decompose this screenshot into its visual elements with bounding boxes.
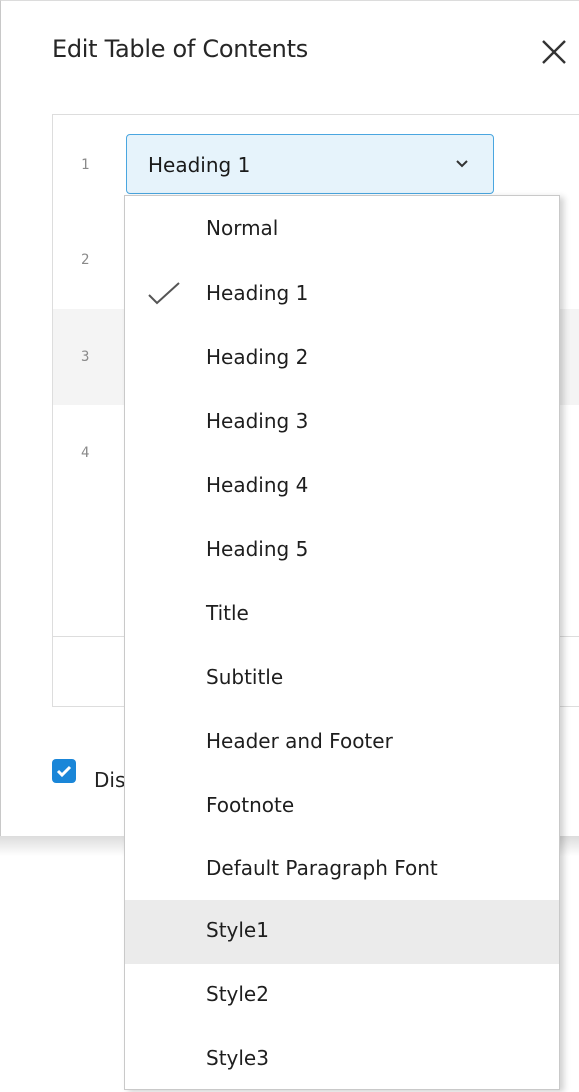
- dropdown-item-default-paragraph-font[interactable]: Default Paragraph Font: [125, 838, 559, 902]
- chevron-down-icon: [456, 160, 468, 168]
- close-button[interactable]: [539, 35, 575, 71]
- dropdown-item-label: Style2: [206, 982, 269, 1006]
- check-icon: [148, 282, 180, 305]
- dropdown-item-label: Footnote: [206, 793, 295, 817]
- dropdown-item-header-and-footer[interactable]: Header and Footer: [125, 711, 559, 775]
- dropdown-item-label: Title: [206, 601, 249, 625]
- close-icon: [542, 40, 566, 64]
- style-select-value: Heading 1: [148, 153, 251, 177]
- dropdown-item-label: Heading 3: [206, 409, 309, 433]
- dropdown-item-footnote[interactable]: Footnote: [125, 775, 559, 839]
- level-number: 4: [81, 445, 90, 461]
- level-number: 1: [81, 157, 90, 173]
- dropdown-item-style2[interactable]: Style2: [125, 964, 559, 1028]
- dropdown-item-heading-4[interactable]: Heading 4: [125, 455, 559, 519]
- dropdown-item-heading-3[interactable]: Heading 3: [125, 391, 559, 455]
- dropdown-item-label: Heading 5: [206, 537, 309, 561]
- dropdown-item-style1[interactable]: Style1: [125, 900, 559, 964]
- dropdown-item-heading-1[interactable]: Heading 1: [125, 263, 559, 327]
- level-style-select[interactable]: Heading 1: [126, 134, 494, 194]
- style-dropdown-menu: Normal Heading 1 Heading 2 Heading 3 Hea…: [124, 195, 560, 1090]
- level-number: 2: [81, 252, 90, 268]
- dropdown-item-label: Heading 4: [206, 473, 309, 497]
- dropdown-item-label: Normal: [206, 216, 279, 240]
- dropdown-item-label: Heading 1: [206, 281, 309, 305]
- dropdown-item-label: Subtitle: [206, 665, 284, 689]
- dropdown-item-heading-5[interactable]: Heading 5: [125, 519, 559, 583]
- dropdown-item-normal[interactable]: Normal: [125, 198, 559, 262]
- dropdown-item-label: Style1: [206, 918, 269, 942]
- dialog-title: Edit Table of Contents: [52, 35, 308, 63]
- dropdown-item-subtitle[interactable]: Subtitle: [125, 647, 559, 711]
- dropdown-item-style3[interactable]: Style3: [125, 1028, 559, 1092]
- dropdown-item-label: Default Paragraph Font: [206, 856, 438, 880]
- dropdown-item-label: Style3: [206, 1046, 269, 1070]
- dropdown-item-title[interactable]: Title: [125, 583, 559, 647]
- dropdown-item-heading-2[interactable]: Heading 2: [125, 327, 559, 391]
- display-checkbox[interactable]: [52, 759, 76, 783]
- level-number: 3: [81, 349, 90, 365]
- checkmark-icon: [56, 765, 72, 778]
- dropdown-item-label: Header and Footer: [206, 729, 393, 753]
- dropdown-item-label: Heading 2: [206, 345, 309, 369]
